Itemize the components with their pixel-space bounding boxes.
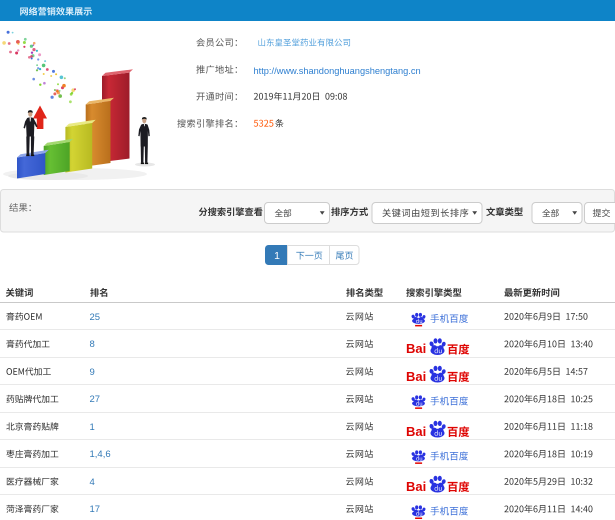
svg-text:8: 8: [90, 339, 95, 350]
svg-text:1,4,6: 1,4,6: [90, 449, 111, 460]
svg-text:25: 25: [90, 312, 101, 323]
svg-text:http://www.shandonghuangshengt: http://www.shandonghuangshengtang.cn: [254, 66, 421, 76]
svg-text:Bai: Bai: [406, 424, 426, 439]
svg-text:4: 4: [90, 477, 95, 488]
svg-text:Bai: Bai: [406, 341, 426, 356]
svg-text:9: 9: [90, 367, 95, 378]
svg-text:Bai: Bai: [406, 479, 426, 494]
svg-text:1: 1: [274, 250, 280, 262]
svg-text:1: 1: [90, 422, 95, 433]
svg-text:27: 27: [90, 394, 101, 405]
svg-text:17: 17: [90, 504, 101, 515]
svg-text:Bai: Bai: [406, 369, 426, 384]
